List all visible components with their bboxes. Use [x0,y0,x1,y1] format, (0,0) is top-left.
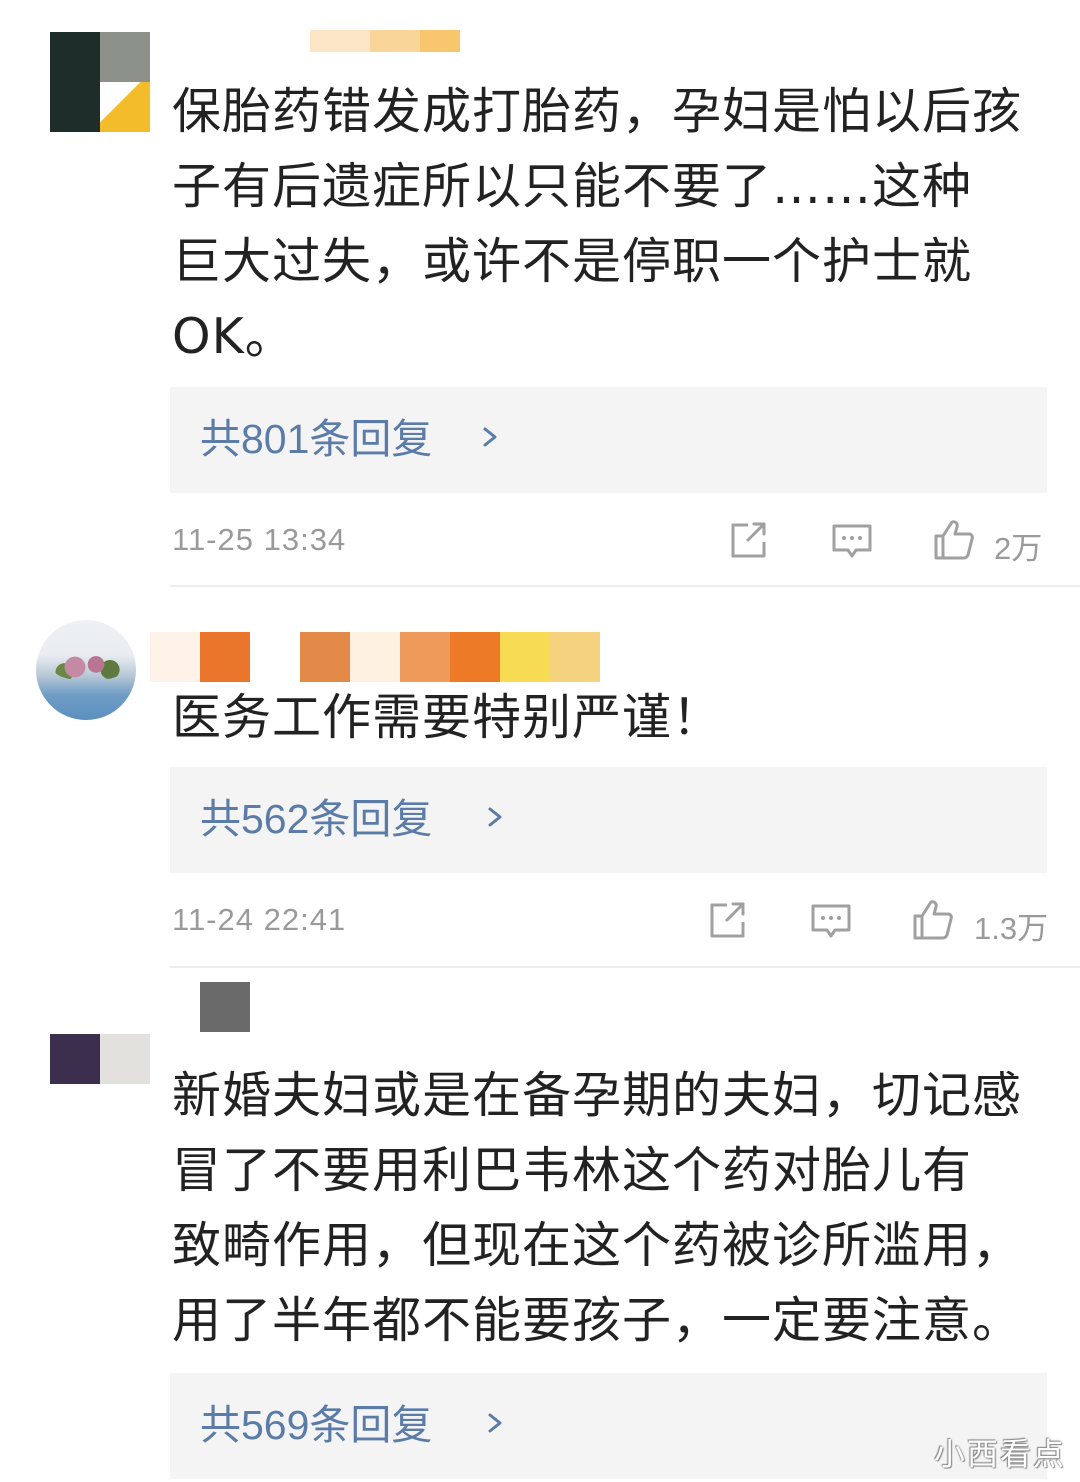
share-icon[interactable] [703,896,751,944]
name-pixel [550,632,600,682]
avatar[interactable] [50,984,150,1084]
avatar[interactable] [36,620,136,720]
avatar-mosaic [50,32,150,132]
like-count: 2万 [994,531,1043,566]
reply-count-label: 共569条回复 [200,1402,433,1448]
name-pixel [150,632,200,682]
name-pixel [200,982,250,1032]
reply-summary-button[interactable]: 共801条回复 [170,387,1047,493]
avatar-pixel [50,32,100,82]
comment-text: 保胎药错发成打胎药，孕妇是怕以后孩 子有后遗症所以只能不要了……这种 巨大过失，… [172,83,1023,365]
name-pixel [200,632,250,682]
avatar-blossom [54,654,124,680]
chevron-right-icon [488,1413,502,1433]
avatar-pixel [50,1034,100,1084]
chevron-right-icon [488,807,502,827]
comment-list-page: 保胎药错发成打胎药，孕妇是怕以后孩 子有后遗症所以只能不要了……这种 巨大过失，… [0,0,1080,1482]
share-icon[interactable] [724,516,772,564]
reply-count-label: 共562条回复 [200,796,433,842]
watermark: 小西看点 [934,1437,1066,1473]
chevron-right-icon [483,427,497,447]
reply-summary-button[interactable]: 共569条回复 [170,1373,1047,1479]
comment-divider [170,585,1080,587]
comment-meta: 11-24 22:41 1.3万 [172,896,1052,946]
comment-text: 新婚夫妇或是在备孕期的夫妇，切记感 冒了不要用利巴韦林这个药对胎儿有 致畸作用，… [172,1067,1023,1349]
thumbs-up-icon[interactable] [909,896,957,944]
like-count: 1.3万 [974,911,1049,946]
comment-text: 医务工作需要特别严谨！ [172,689,723,746]
name-pixel [500,632,550,682]
comment-meta: 11-25 13:34 2万 [172,516,1052,566]
reply-summary-button[interactable]: 共562条回复 [170,767,1047,873]
name-pixel [310,30,370,52]
name-pixel [250,632,300,682]
name-pixel [420,30,460,52]
avatar-pixel [100,32,150,82]
comment-icon[interactable] [828,516,876,564]
comment-divider [170,966,1080,968]
name-pixel [400,632,450,682]
username-mosaic[interactable] [310,30,460,52]
name-pixel [450,632,500,682]
avatar[interactable] [50,32,150,132]
comment-icon[interactable] [807,896,855,944]
avatar-mosaic [50,984,150,1084]
avatar-pixel [100,984,150,1034]
name-pixel [370,30,420,52]
username-mosaic[interactable] [150,632,600,682]
thumbs-up-icon[interactable] [930,516,978,564]
name-pixel [300,632,350,682]
comment-timestamp: 11-24 22:41 [172,902,347,937]
reply-count-label: 共801条回复 [200,416,433,462]
avatar-pixel [100,82,150,132]
name-pixel [350,632,400,682]
username-mosaic[interactable] [200,982,250,1032]
comment-timestamp: 11-25 13:34 [172,522,347,557]
avatar-pixel [50,984,100,1034]
avatar-pixel [100,1034,150,1084]
avatar-pixel [50,82,100,132]
